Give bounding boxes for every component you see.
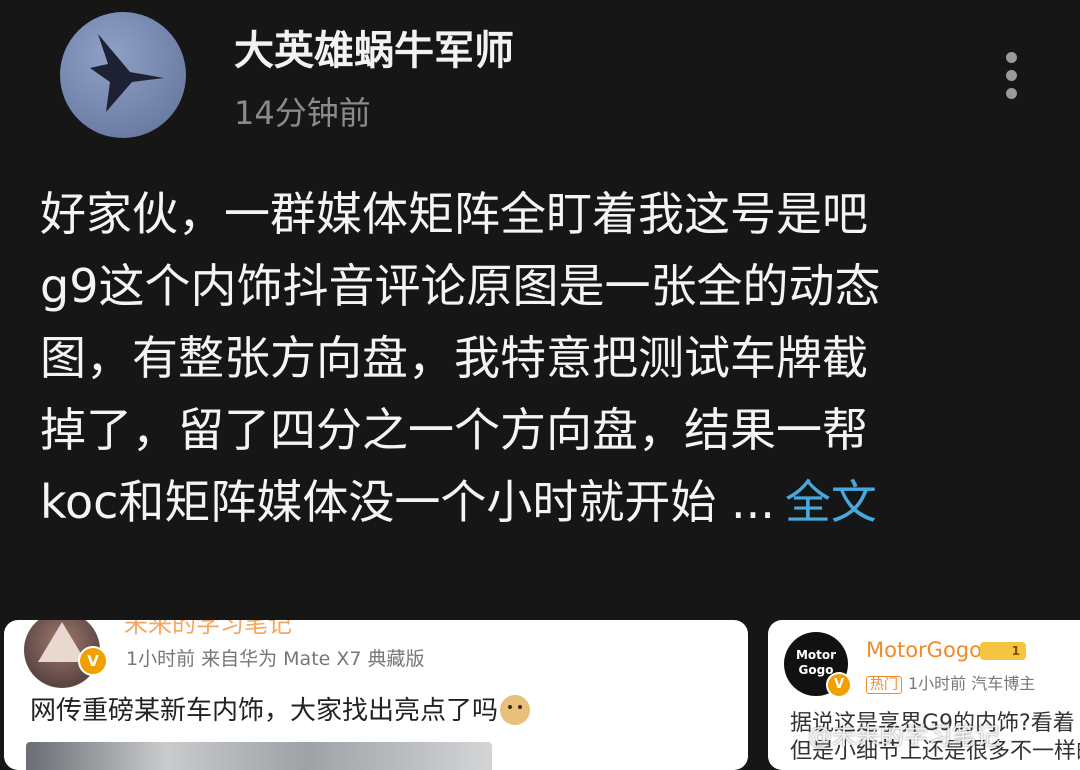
card1-text-body: 网传重磅某新车内饰，大家找出亮点了吗 bbox=[30, 696, 499, 726]
verified-badge-icon: V bbox=[78, 646, 108, 676]
weibo-post: 大英雄蜗牛军师 14分钟前 好家伙，一群媒体矩阵全盯着我这号是吧 g9这个内饰抖… bbox=[0, 0, 1080, 612]
doge-emoji-icon bbox=[500, 695, 531, 725]
post-line: 掉了，留了四分之一个方向盘，结果一帮 bbox=[40, 403, 868, 457]
author-avatar[interactable] bbox=[60, 12, 186, 138]
post-line: 图，有整张方向盘，我特意把测试车牌截 bbox=[40, 331, 868, 385]
post-line: koc和矩阵媒体没一个小时就开始 ... bbox=[40, 475, 775, 529]
full-text-link[interactable]: 全文 bbox=[785, 475, 877, 529]
card1-author: 未来的学习笔记 bbox=[124, 620, 292, 638]
verified-badge-icon: V bbox=[826, 672, 852, 698]
post-content: 好家伙，一群媒体矩阵全盯着我这号是吧 g9这个内饰抖音评论原图是一张全的动态 图… bbox=[40, 178, 1040, 538]
card1-meta: 1小时前 来自华为 Mate X7 典藏版 bbox=[126, 648, 425, 670]
post-line-last: koc和矩阵媒体没一个小时就开始 ... 全文 bbox=[40, 466, 1040, 538]
hot-tag: 热门 bbox=[866, 676, 902, 694]
crown-level-badge: 1 bbox=[980, 642, 1026, 660]
card2-meta-text: 1小时前 汽车博主 bbox=[908, 674, 1036, 693]
card2-author: MotorGogo bbox=[866, 638, 982, 662]
embedded-screenshot-card-1: V 未来的学习笔记 1小时前 来自华为 Mate X7 典藏版 网传重磅某新车内… bbox=[4, 620, 748, 770]
watermark: @未来的学习笔记 bbox=[808, 722, 1000, 750]
post-line: g9这个内饰抖音评论原图是一张全的动态 bbox=[40, 259, 881, 313]
more-options-icon[interactable] bbox=[996, 48, 1026, 104]
card2-meta: 热门 1小时前 汽车博主 bbox=[866, 670, 1035, 694]
author-name[interactable]: 大英雄蜗牛军师 bbox=[234, 18, 514, 76]
card1-text: 网传重磅某新车内饰，大家找出亮点了吗 bbox=[30, 690, 531, 727]
post-line: 好家伙，一群媒体矩阵全盯着我这号是吧 bbox=[40, 187, 868, 241]
post-time: 14分钟前 bbox=[234, 94, 371, 132]
stealth-jet-icon bbox=[90, 34, 164, 112]
card1-image bbox=[26, 742, 492, 770]
